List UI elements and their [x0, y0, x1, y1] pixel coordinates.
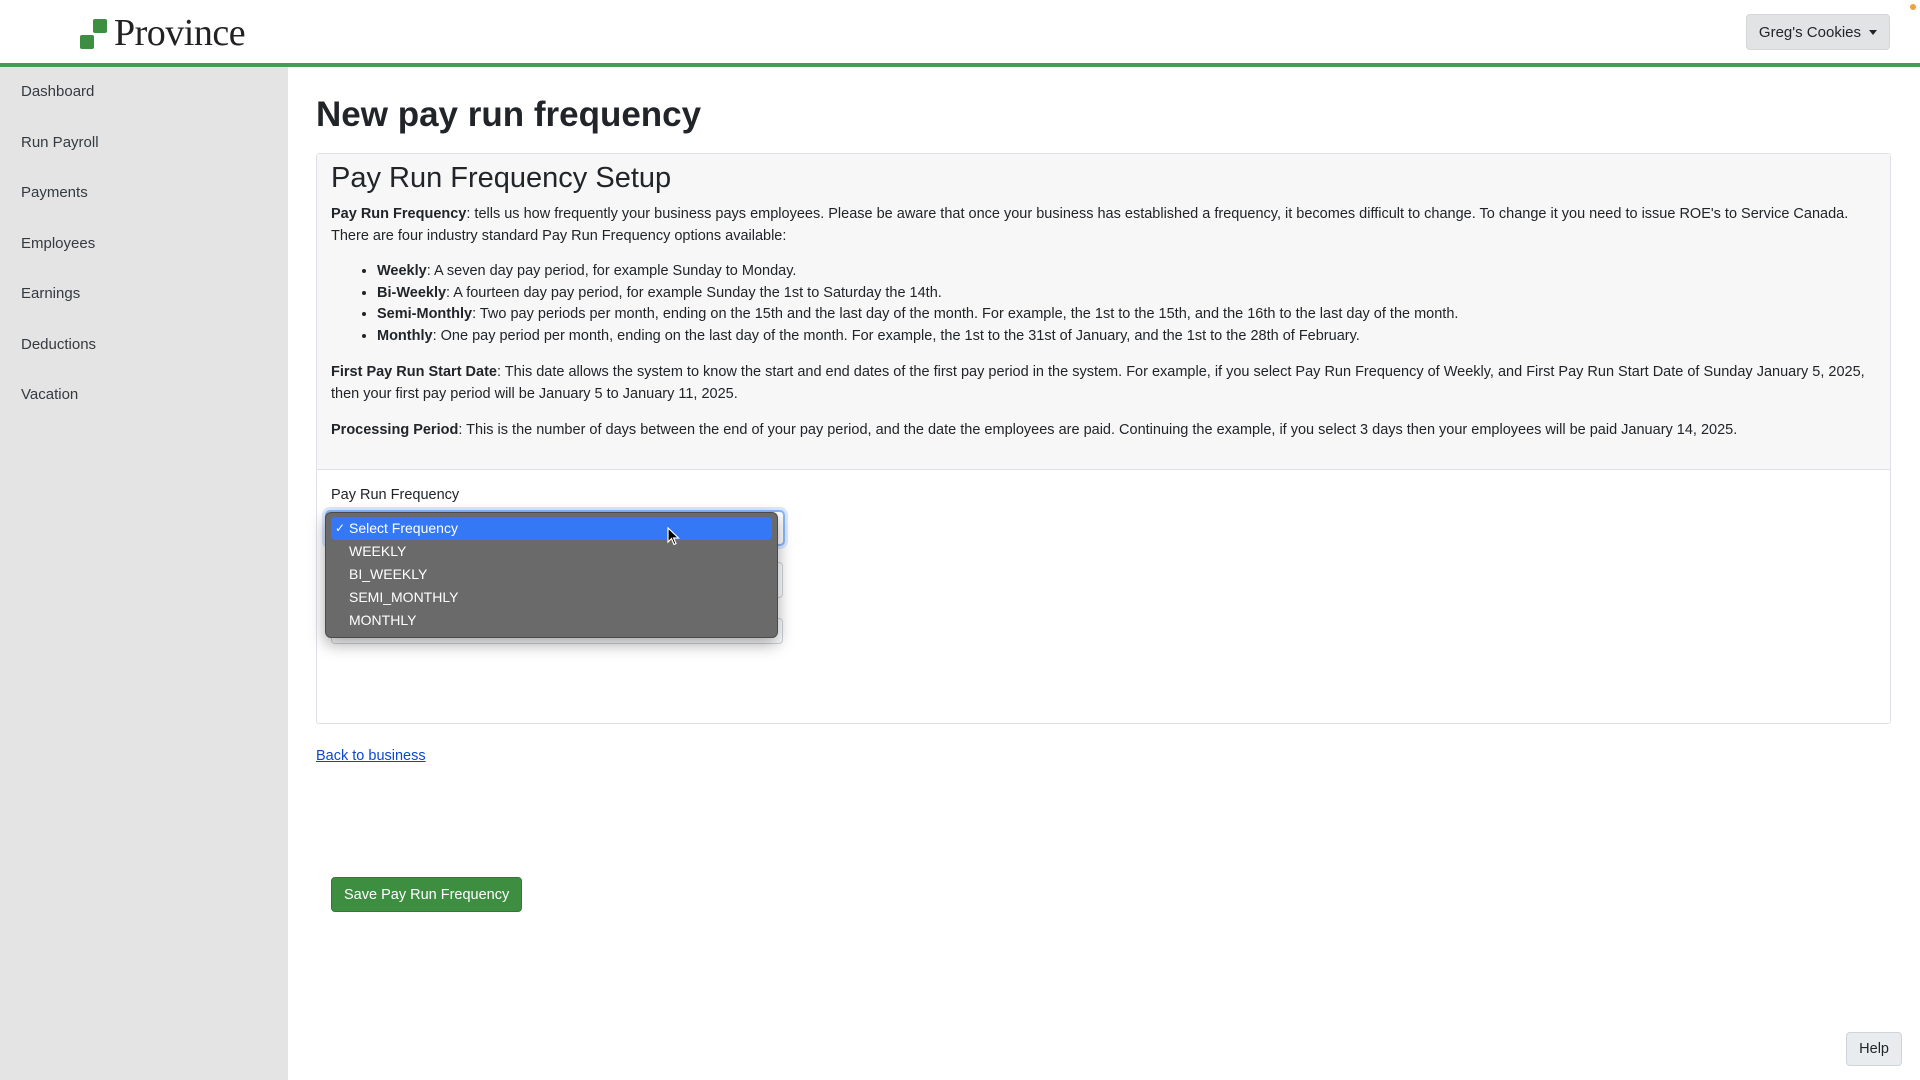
province-logo[interactable]: Province: [80, 12, 246, 54]
dropdown-option-weekly[interactable]: WEEKLY: [331, 540, 772, 563]
sidebar-item-deductions[interactable]: Deductions: [0, 320, 288, 371]
dropdown-option-monthly[interactable]: MONTHLY: [331, 609, 772, 632]
card-heading: Pay Run Frequency Setup: [331, 162, 672, 194]
card-header: Pay Run Frequency Setup Pay Run Frequenc…: [317, 154, 1890, 470]
frequency-options-list: Weekly: A seven day pay period, for exam…: [331, 261, 1876, 347]
frequency-field-label: Pay Run Frequency: [331, 487, 460, 503]
mouse-cursor-icon: [667, 527, 680, 546]
dropdown-option-bi-weekly[interactable]: BI_WEEKLY: [331, 563, 772, 586]
processing-period-paragraph: Processing Period: This is the number of…: [331, 422, 1738, 438]
caret-down-icon: [1869, 29, 1877, 35]
save-pay-run-frequency-button[interactable]: Save Pay Run Frequency: [331, 877, 523, 912]
sidebar-item-run-payroll[interactable]: Run Payroll: [0, 118, 288, 169]
logo-text: Province: [114, 12, 246, 54]
frequency-dropdown-menu: ✓ Select Frequency WEEKLY BI_WEEKLY SEMI…: [325, 512, 778, 638]
logo-mark-icon: [80, 17, 112, 49]
help-button[interactable]: Help: [1846, 1032, 1902, 1066]
sidebar-item-payments[interactable]: Payments: [0, 168, 288, 219]
account-dropdown-button[interactable]: Greg's Cookies: [1745, 14, 1890, 50]
notification-dot-icon: [1910, 4, 1916, 10]
sidebar: Dashboard Run Payroll Payments Employees…: [0, 67, 288, 1080]
checkmark-icon: ✓: [335, 521, 346, 535]
page-title: New pay run frequency: [316, 95, 702, 134]
sidebar-item-earnings[interactable]: Earnings: [0, 269, 288, 320]
sidebar-item-vacation[interactable]: Vacation: [0, 370, 288, 421]
sidebar-item-employees[interactable]: Employees: [0, 219, 288, 270]
intro-paragraph: Pay Run Frequency: tells us how frequent…: [331, 206, 1849, 244]
sidebar-item-dashboard[interactable]: Dashboard: [0, 67, 288, 118]
dropdown-option-semi-monthly[interactable]: SEMI_MONTHLY: [331, 586, 772, 609]
frequency-setup-card: Pay Run Frequency Setup Pay Run Frequenc…: [316, 153, 1891, 912]
account-name: Greg's Cookies: [1758, 23, 1861, 41]
back-to-business-link[interactable]: Back to business: [316, 748, 426, 764]
dropdown-option-select-frequency[interactable]: ✓ Select Frequency: [331, 517, 772, 540]
list-item: Monthly: One pay period per month, endin…: [377, 326, 1876, 348]
top-navbar: Province Greg's Cookies: [0, 0, 1920, 67]
list-item: Weekly: A seven day pay period, for exam…: [377, 261, 1876, 283]
start-date-paragraph: First Pay Run Start Date: This date allo…: [331, 364, 1865, 402]
list-item: Bi-Weekly: A fourteen day pay period, fo…: [377, 283, 1876, 305]
list-item: Semi-Monthly: Two pay periods per month,…: [377, 304, 1876, 326]
